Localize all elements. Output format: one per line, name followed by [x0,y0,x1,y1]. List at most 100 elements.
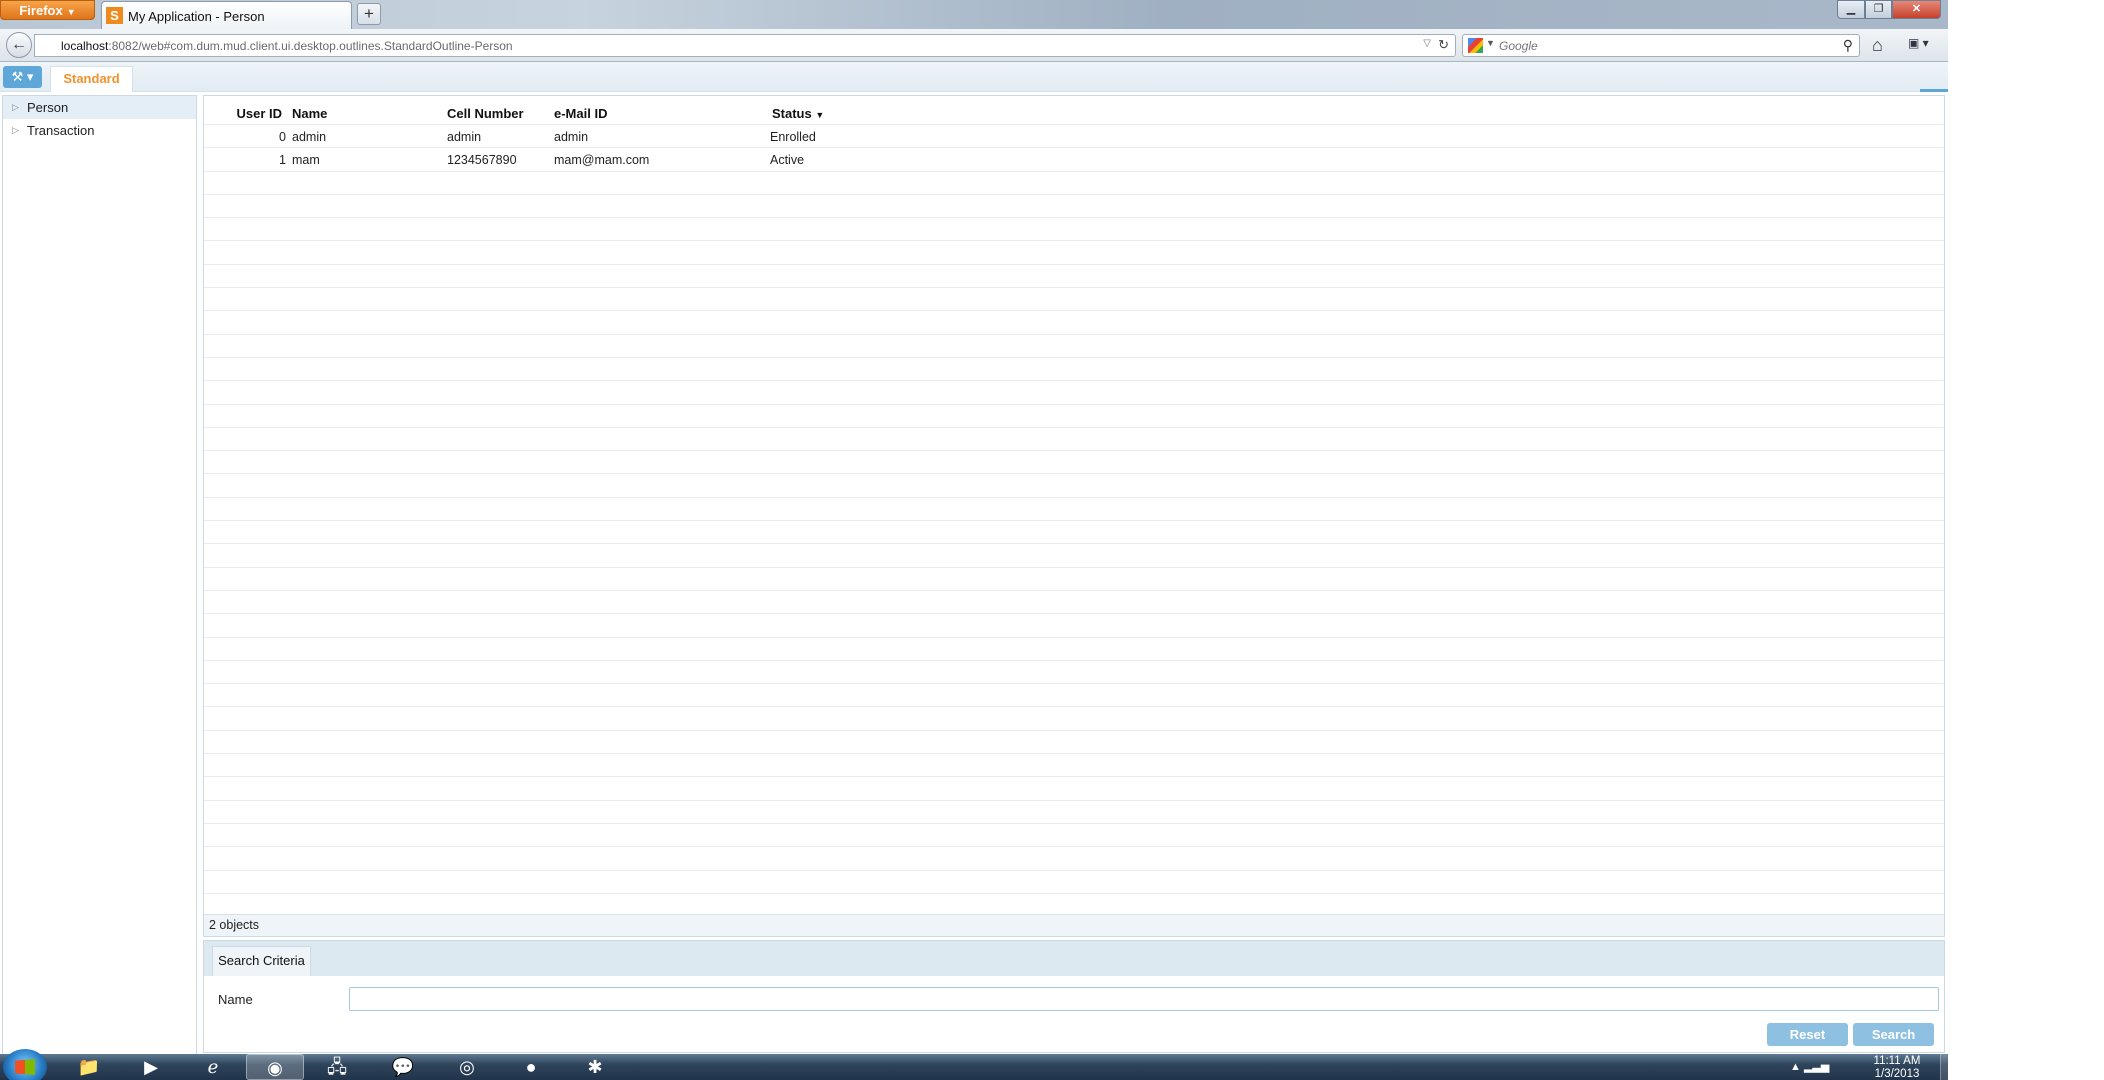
empty-table-row [204,263,1944,287]
empty-table-row [204,659,1944,683]
column-header-status-label: Status [772,106,812,121]
column-header-user-id[interactable]: User ID [204,106,282,121]
app-toolbar: ⚒ ▾ Standard [0,62,1948,92]
person-table: User ID Name Cell Number e-Mail ID Statu… [203,95,1945,937]
empty-table-row [204,240,1944,263]
tree-item-person[interactable]: ▷ Person [3,96,196,119]
gtalk-icon[interactable]: 💬 [374,1054,432,1080]
minimize-button[interactable]: ▁ [1837,0,1865,19]
back-button[interactable]: ← [6,32,32,58]
empty-table-row [204,846,1944,869]
column-header-cell-number[interactable]: Cell Number [447,106,524,121]
empty-table-row [204,217,1944,240]
browser-tab[interactable]: S My Application - Person [101,1,352,29]
empty-table-row [204,636,1944,660]
chrome-icon[interactable]: ◎ [438,1054,496,1080]
new-tab-button[interactable]: + [357,3,381,25]
search-panel-header: Search Criteria [204,941,1944,976]
internet-explorer-icon[interactable]: ℯ [184,1054,242,1080]
expand-arrow-icon[interactable]: ▷ [12,119,19,142]
sort-down-icon: ▼ [815,110,825,120]
explorer-icon[interactable]: 📁 [60,1054,118,1080]
empty-table-row [204,566,1944,590]
empty-table-row [204,729,1944,753]
toolbar-accent-line [1920,89,1948,92]
eclipse-icon[interactable]: ● [502,1054,560,1080]
clock-date: 1/3/2013 [1874,1068,1920,1080]
chevron-down-icon[interactable]: ▼ [1486,38,1495,48]
empty-table-row [204,613,1944,636]
clock[interactable]: 11:11 AM 1/3/2013 [1862,1055,1932,1080]
cell-cell-number: admin [447,130,482,144]
favicon-icon: S [106,7,123,24]
screenshot: Firefox ▼ S My Application - Person + ▁ ❐… [0,0,1948,1080]
windows-taskbar: 📁 ▶ ℯ ◉ 🖧 💬 ◎ ● ✱ ▲ ▂▃▅ 🔈 11:11 AM 1/3/2… [0,1049,1948,1080]
search-icon[interactable]: ⚲ [1843,37,1853,54]
start-button[interactable] [3,1049,47,1080]
firefox-menu-label: Firefox [19,3,63,18]
tree-item-label: Person [27,100,69,115]
empty-table-row [204,310,1944,333]
empty-table-row [204,193,1944,217]
network-icon[interactable]: 🖧 [308,1054,366,1080]
tree-item-transaction[interactable]: ▷ Transaction [3,119,196,142]
empty-table-row [204,753,1944,776]
empty-table-row [204,706,1944,729]
close-window-button[interactable]: ✕ [1892,0,1941,19]
empty-rows [204,170,1944,917]
show-hidden-icons-icon[interactable]: ▲ [1790,1061,1801,1073]
name-input[interactable] [349,987,1939,1011]
browser-titlebar: Firefox ▼ S My Application - Person + ▁ ❐… [0,0,1948,29]
url-dropdown-icon[interactable]: ▽ [1423,38,1431,49]
table-row[interactable]: 1 mam 1234567890 mam@mam.com Active [204,147,1944,170]
table-row[interactable]: 0 admin admin admin Enrolled [204,124,1944,147]
column-header-email-id[interactable]: e-Mail ID [554,106,607,121]
name-field-label: Name [218,992,253,1007]
tab-search-criteria[interactable]: Search Criteria [212,946,311,976]
search-engine-box[interactable]: ▼ Google ⚲ [1462,34,1860,57]
cell-status: Enrolled [770,130,816,144]
cell-name: admin [292,130,327,144]
media-player-icon[interactable]: ▶ [122,1054,180,1080]
column-header-name[interactable]: Name [292,106,327,121]
bookmarks-icon[interactable]: ▣ ▾ [1908,36,1938,53]
empty-table-row [204,822,1944,846]
windows-logo-icon [15,1059,35,1075]
chevron-down-icon: ▼ [66,7,76,17]
reset-button[interactable]: Reset [1767,1023,1848,1046]
search-placeholder: Google [1499,39,1538,53]
object-count: 2 objects [204,914,1944,936]
show-desktop-button[interactable] [1940,1054,1948,1080]
outline-tree: ▷ Person ▷ Transaction [2,95,197,1055]
tab-standard[interactable]: Standard [50,66,133,92]
empty-table-row [204,799,1944,823]
empty-table-row [204,543,1944,566]
tools-menu-button[interactable]: ⚒ ▾ [3,66,42,88]
maximize-button[interactable]: ❐ [1865,0,1892,19]
empty-table-row [204,520,1944,543]
expand-arrow-icon[interactable]: ▷ [12,96,19,119]
system-tray[interactable]: ▲ ▂▃▅ 🔈 [1790,1054,1840,1080]
url-bar[interactable]: localhost:8082/web#com.dum.mud.client.ui… [34,34,1456,57]
url-text: localhost:8082/web#com.dum.mud.client.ui… [61,39,513,53]
empty-table-row [204,776,1944,799]
search-panel: Search Criteria Name Reset Search [203,940,1945,1053]
empty-table-row [204,426,1944,450]
empty-table-row [204,450,1944,473]
google-icon[interactable] [1468,38,1483,53]
network-signal-icon[interactable]: ▂▃▅ [1804,1061,1829,1073]
empty-table-row [204,170,1944,194]
tree-item-label: Transaction [27,123,95,138]
search-button[interactable]: Search [1853,1023,1934,1046]
firefox-menu-button[interactable]: Firefox ▼ [0,0,95,20]
home-icon[interactable]: ⌂ [1872,35,1883,56]
column-header-status[interactable]: Status ▼ [772,106,824,121]
url-host: localhost [61,39,109,53]
reload-icon[interactable]: ↻ [1438,37,1449,53]
empty-table-row [204,892,1944,916]
cell-email: admin [554,130,589,144]
xampp-icon[interactable]: ✱ [566,1054,624,1080]
firefox-icon[interactable]: ◉ [246,1054,304,1080]
cell-status: Active [770,153,805,168]
cell-user-id: 0 [279,130,286,144]
